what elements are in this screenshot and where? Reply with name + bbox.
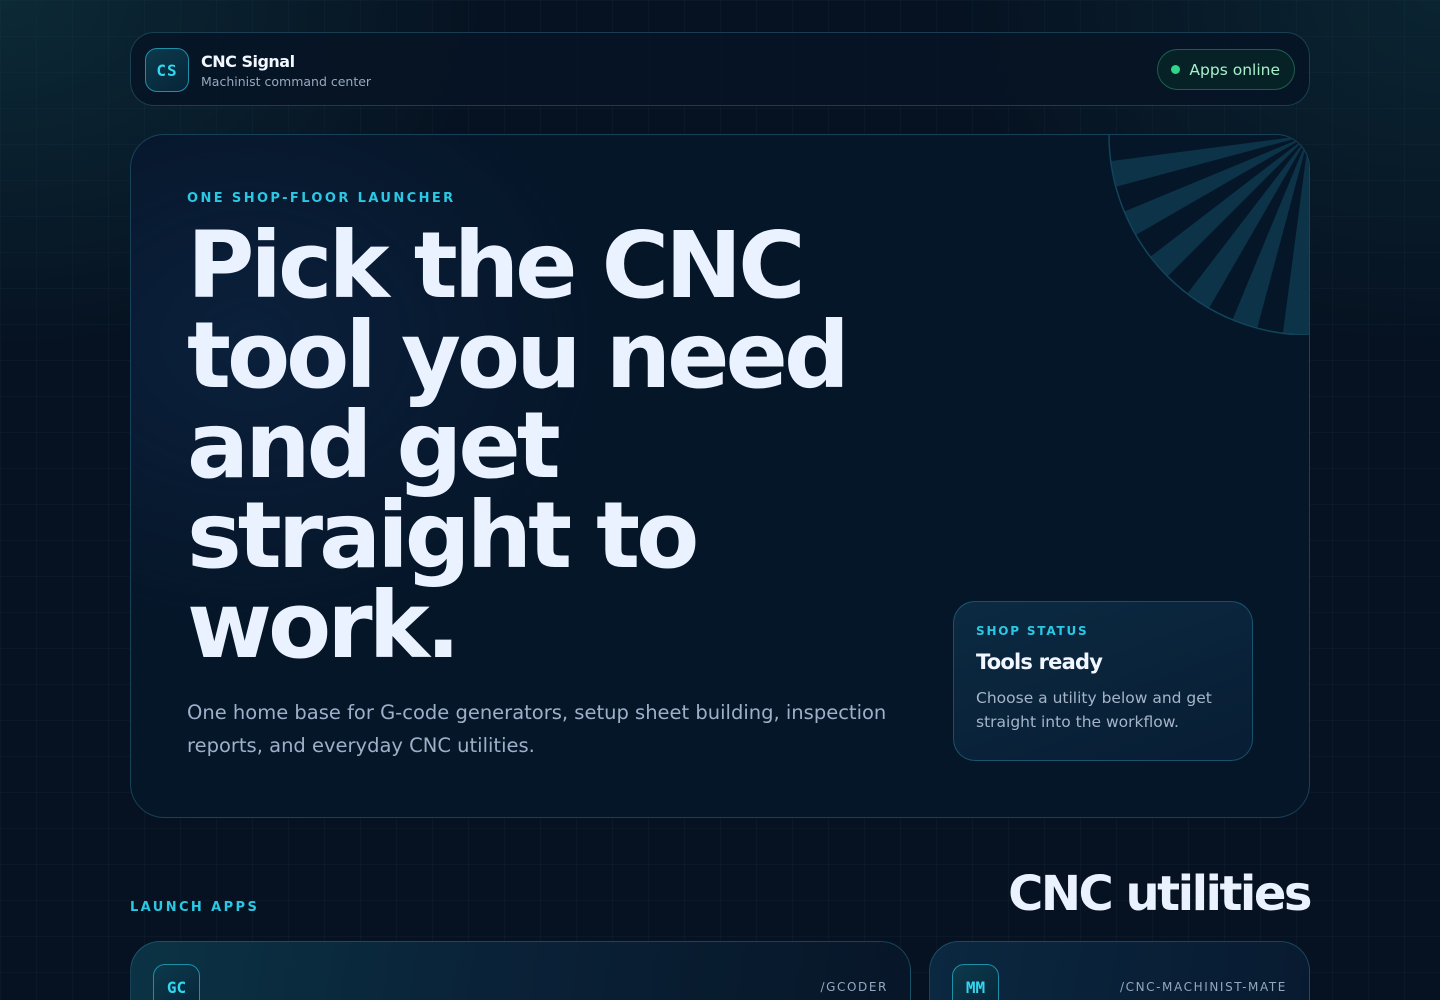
sunburst-ray: [1309, 135, 1310, 324]
brand-title: CNC Signal: [201, 52, 295, 71]
cnc-utilities-title: CNC utilities: [1008, 866, 1312, 922]
app-card-gcoder[interactable]: GC /GCODER: [130, 941, 911, 1000]
shop-status-card: SHOP STATUS Tools ready Choose a utility…: [953, 601, 1253, 761]
sunburst-ray: [1309, 134, 1310, 135]
sunburst-ray: [1309, 135, 1310, 335]
launch-apps-eyebrow: LAUNCH APPS: [130, 900, 260, 915]
apps-status-badge: Apps online: [1157, 49, 1295, 90]
sunburst-ray: [1309, 134, 1310, 135]
app-badge: GC: [153, 964, 200, 1000]
app-card-cnc-machinist-mate[interactable]: MM /CNC-MACHINIST-MATE: [929, 941, 1310, 1000]
brand-logo[interactable]: CS: [145, 48, 189, 92]
sunburst-ray: [1309, 134, 1310, 135]
status-dot-icon: [1171, 65, 1181, 74]
sunburst-ray: [1029, 134, 1309, 135]
sunburst-decoration-icon: [1029, 134, 1310, 335]
shop-status-title: Tools ready: [976, 650, 1103, 674]
hero-title: Pick the CNC tool you need and get strai…: [187, 212, 850, 679]
sunburst-ray: [1309, 134, 1310, 135]
app-badge: MM: [952, 964, 999, 1000]
app-route: /GCODER: [820, 980, 888, 994]
sunburst-ray: [1309, 135, 1310, 335]
status-label: Apps online: [1189, 60, 1280, 79]
hero-eyebrow: ONE SHOP-FLOOR LAUNCHER: [187, 191, 456, 206]
hero-panel: ONE SHOP-FLOOR LAUNCHER Pick the CNC too…: [130, 134, 1310, 818]
app-route: /CNC-MACHINIST-MATE: [1119, 980, 1287, 994]
top-bar: CS CNC Signal Machinist command center A…: [130, 32, 1310, 106]
sunburst-ray: [1309, 135, 1310, 335]
shop-status-description: Choose a utility below and get straight …: [976, 689, 1212, 731]
sunburst-ray: [1309, 134, 1310, 135]
sunburst-ray: [1309, 134, 1310, 135]
hero-description: One home base for G-code generators, set…: [187, 701, 887, 757]
sunburst-ray: [1309, 135, 1310, 254]
sunburst-ray: [1309, 135, 1310, 175]
brand-subtitle: Machinist command center: [201, 74, 372, 89]
shop-status-eyebrow: SHOP STATUS: [976, 624, 1089, 638]
